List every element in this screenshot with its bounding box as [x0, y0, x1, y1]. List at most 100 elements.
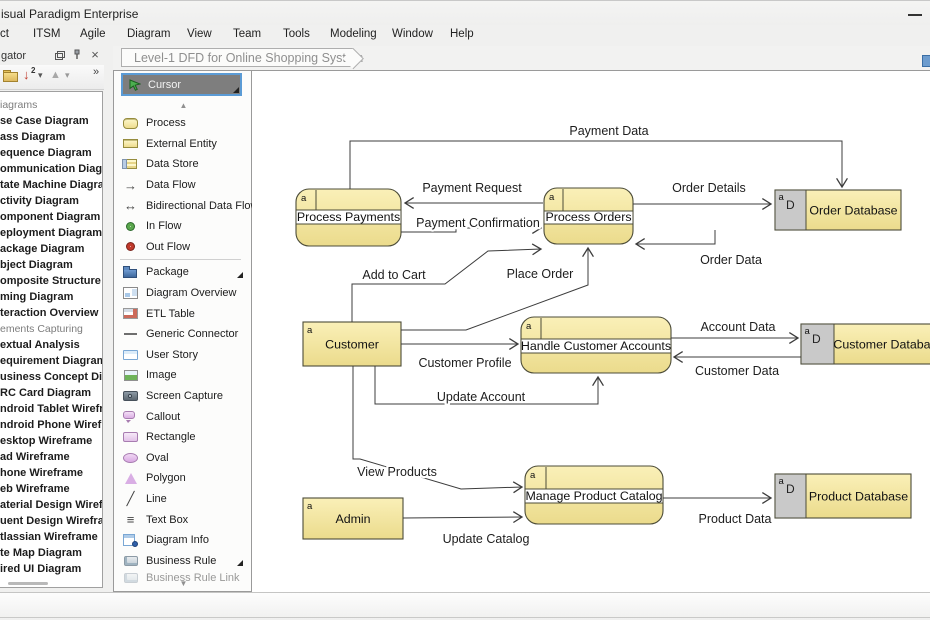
close-icon[interactable]: × — [89, 49, 101, 61]
tool-business-rule[interactable]: Business Rule — [114, 550, 251, 571]
tree-item-ackage-diagram[interactable]: ackage Diagram — [0, 241, 102, 257]
tree-item-ndroid-phone-wirefra[interactable]: ndroid Phone Wirefra — [0, 417, 102, 433]
tree-item-rc-card-diagram[interactable]: RC Card Diagram — [0, 385, 102, 401]
tab-overview-icon[interactable] — [922, 55, 930, 67]
flow-customer-data[interactable]: Customer Data — [674, 357, 801, 378]
tool-package[interactable]: Package — [114, 262, 251, 283]
restore-icon[interactable] — [53, 49, 65, 61]
menu-ct[interactable]: ct — [0, 28, 9, 40]
tool-diagram-overview[interactable]: Diagram Overview — [114, 283, 251, 304]
flow-product-data[interactable]: Product Data — [663, 498, 772, 526]
tool-external-entity[interactable]: External Entity — [114, 134, 251, 155]
tool-data-flow[interactable]: →Data Flow — [114, 175, 251, 196]
open-folder-icon[interactable] — [3, 70, 18, 80]
menu-agile[interactable]: Agile — [80, 28, 106, 40]
tree-item-tate-machine-diagrar[interactable]: tate Machine Diagrar — [0, 177, 102, 193]
node-process-payments[interactable]: Process Paymentsa — [296, 189, 401, 246]
tool-image[interactable]: Image — [114, 365, 251, 386]
tree-item-te-map-diagram[interactable]: te Map Diagram — [0, 545, 102, 561]
node-admin[interactable]: aAdmin — [303, 498, 403, 539]
tree-item-hone-wireframe[interactable]: hone Wireframe — [0, 465, 102, 481]
tool-in-flow[interactable]: In Flow — [114, 216, 251, 237]
menu-modeling[interactable]: Modeling — [330, 28, 377, 40]
toolbox-scroll-down[interactable]: ▼ — [114, 579, 253, 588]
tree-item-ming-diagram[interactable]: ming Diagram — [0, 289, 102, 305]
node-customer-database[interactable]: aDCustomer Database — [801, 324, 930, 364]
tree-item-uent-design-wirefran[interactable]: uent Design Wirefran — [0, 513, 102, 529]
diagram-canvas[interactable]: Process Paymentsa Process Ordersa Handle C… — [252, 70, 930, 592]
flow-payment-request[interactable]: Payment Request — [405, 181, 543, 203]
tool-process[interactable]: Process — [114, 113, 251, 134]
node-product-database[interactable]: aDProduct Database — [775, 474, 911, 518]
flow-view-products[interactable]: View Products — [353, 366, 522, 489]
tool-line[interactable]: ╱Line — [114, 489, 251, 510]
tree-item-ctivity-diagram[interactable]: ctivity Diagram — [0, 193, 102, 209]
menu-help[interactable]: Help — [450, 28, 474, 40]
pin-icon[interactable] — [71, 49, 83, 61]
chevron-down-icon[interactable]: ▾ — [65, 70, 70, 81]
tree-item-iagrams[interactable]: iagrams — [0, 97, 102, 113]
tree-item-ad-wireframe[interactable]: ad Wireframe — [0, 449, 102, 465]
horizontal-scrollbar[interactable] — [8, 582, 48, 585]
tree-item-ndroid-tablet-wirefra[interactable]: ndroid Tablet Wirefra — [0, 401, 102, 417]
tree-item-tlassian-wireframe[interactable]: tlassian Wireframe — [0, 529, 102, 545]
chevron-down-icon[interactable]: ▾ — [38, 70, 43, 81]
tool-oval[interactable]: Oval — [114, 448, 251, 469]
tree-item-ass-diagram[interactable]: ass Diagram — [0, 129, 102, 145]
diagram-tab[interactable]: Level-1 DFD for Online Shopping System — [121, 48, 353, 67]
flow-order-data[interactable]: Order Data — [636, 230, 762, 267]
tree-item-esktop-wireframe[interactable]: esktop Wireframe — [0, 433, 102, 449]
menu-view[interactable]: View — [187, 28, 212, 40]
tool-polygon[interactable]: Polygon — [114, 468, 251, 489]
minimize-button[interactable] — [908, 14, 922, 16]
tree-item-eployment-diagram[interactable]: eployment Diagram — [0, 225, 102, 241]
tree-item-ommunication-diagra[interactable]: ommunication Diagra — [0, 161, 102, 177]
tree-item-ired-ui-diagram[interactable]: ired UI Diagram — [0, 561, 102, 577]
toolbox-scroll-up[interactable]: ▲ — [114, 101, 253, 110]
tool-cursor-button[interactable]: Cursor — [121, 73, 242, 96]
sort-icon[interactable]: ↓ — [23, 67, 30, 82]
tree-item-bject-diagram[interactable]: bject Diagram — [0, 257, 102, 273]
tree-item-omposite-structure-d[interactable]: omposite Structure D — [0, 273, 102, 289]
node-handle-customer-accounts[interactable]: Handle Customer Accountsa — [521, 317, 671, 373]
tree-item-eb-wireframe[interactable]: eb Wireframe — [0, 481, 102, 497]
tool-bidirectional-data-flow[interactable]: ↔Bidirectional Data Flow — [114, 195, 251, 216]
menu-tools[interactable]: Tools — [283, 28, 310, 40]
flow-order-details[interactable]: Order Details — [633, 181, 771, 204]
tree-item-omponent-diagram[interactable]: omponent Diagram — [0, 209, 102, 225]
tool-text-box[interactable]: ≡Text Box — [114, 509, 251, 530]
node-customer[interactable]: aCustomer — [303, 322, 401, 366]
toolbar-overflow-icon[interactable]: » — [93, 66, 99, 78]
collapse-up-icon[interactable]: ▲ — [50, 69, 61, 81]
tool-data-store[interactable]: Data Store — [114, 154, 251, 175]
tool-generic-connector[interactable]: Generic Connector — [114, 324, 251, 345]
flow-payment-data[interactable]: Payment Data — [350, 124, 842, 189]
tree-item-teraction-overview-i[interactable]: teraction Overview I — [0, 305, 102, 321]
tree-item-usiness-concept-diag[interactable]: usiness Concept Diag — [0, 369, 102, 385]
tree-item-aterial-design-wirefr[interactable]: aterial Design Wirefr — [0, 497, 102, 513]
node-order-database[interactable]: aDOrder Database — [775, 190, 901, 230]
flow-add-to-cart[interactable]: Add to Cart — [352, 249, 541, 322]
tool-out-flow[interactable]: Out Flow — [114, 237, 251, 258]
flow-customer-profile[interactable]: Customer Profile — [401, 344, 518, 370]
tool-diagram-info[interactable]: Diagram Info — [114, 530, 251, 551]
tree-item-se-case-diagram[interactable]: se Case Diagram — [0, 113, 102, 129]
tool-screen-capture[interactable]: Screen Capture — [114, 386, 251, 407]
tool-user-story[interactable]: User Story — [114, 345, 251, 366]
tool-rectangle[interactable]: Rectangle — [114, 427, 251, 448]
tool-etl-table[interactable]: ETL Table — [114, 303, 251, 324]
menu-window[interactable]: Window — [392, 28, 433, 40]
tree-item-ements-capturing[interactable]: ements Capturing — [0, 321, 102, 337]
menu-team[interactable]: Team — [233, 28, 261, 40]
node-manage-product-catalog[interactable]: Manage Product Cataloga — [525, 466, 663, 524]
flow-payment-confirmation[interactable]: Payment Confirmation — [401, 216, 541, 232]
tree-item-equirement-diagram[interactable]: equirement Diagram — [0, 353, 102, 369]
flow-update-catalog[interactable]: Update Catalog — [403, 517, 529, 546]
tree-item-equence-diagram[interactable]: equence Diagram — [0, 145, 102, 161]
node-process-orders[interactable]: Process Ordersa — [544, 188, 633, 244]
menu-diagram[interactable]: Diagram — [127, 28, 170, 40]
flow-account-data[interactable]: Account Data — [671, 320, 798, 338]
tree-item-extual-analysis[interactable]: extual Analysis — [0, 337, 102, 353]
menu-itsm[interactable]: ITSM — [33, 28, 60, 40]
tool-callout[interactable]: Callout — [114, 406, 251, 427]
